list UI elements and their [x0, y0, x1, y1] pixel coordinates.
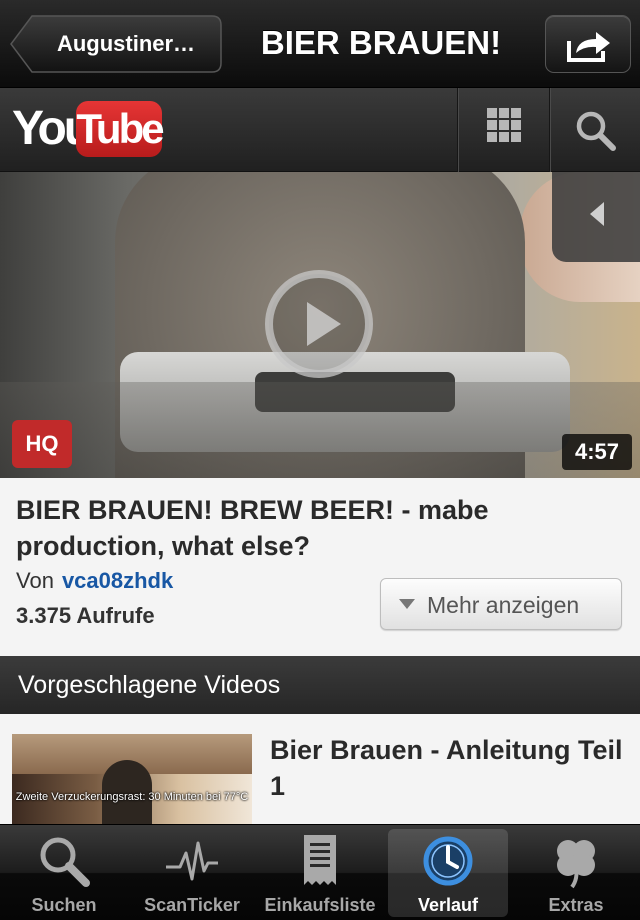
youtube-logo-tube-box: Tube	[76, 101, 165, 157]
share-button[interactable]	[545, 15, 631, 73]
page-title: BIER BRAUEN!	[260, 24, 502, 61]
video-duration: 4:57	[562, 434, 632, 470]
youtube-header: You Tube	[0, 88, 640, 172]
tab-label: Extras	[548, 895, 604, 915]
tab-einkaufsliste[interactable]: Einkaufsliste	[256, 825, 384, 920]
show-more-label: Mehr anzeigen	[427, 592, 580, 618]
video-thumbnail[interactable]: Zweite Verzuckerungsrast: 30 Minuten bei…	[12, 734, 252, 824]
tab-label: Verlauf	[417, 895, 479, 915]
grid-menu-button[interactable]	[459, 88, 549, 172]
tab-label: Suchen	[31, 895, 97, 915]
share-icon	[567, 32, 610, 62]
uploader-prefix: Von	[16, 568, 54, 593]
suggested-videos-header: Vorgeschlagene Videos	[0, 656, 640, 714]
thumbnail-caption: Zweite Verzuckerungsrast: 30 Minuten bei…	[15, 791, 249, 803]
show-more-button[interactable]: Mehr anzeigen	[380, 578, 622, 630]
search-icon	[576, 111, 616, 151]
clover-icon	[557, 840, 595, 889]
channel-link[interactable]: vca08zhdk	[62, 568, 173, 593]
receipt-icon	[304, 835, 336, 885]
youtube-search-button[interactable]	[551, 88, 640, 172]
back-button-label: Augustiner…	[56, 31, 196, 56]
tab-scanticker[interactable]: ScanTicker	[128, 825, 256, 920]
tab-extras[interactable]: Extras	[512, 825, 640, 920]
video-player[interactable]: HQ 4:57	[0, 172, 640, 478]
side-panel-toggle[interactable]	[552, 172, 640, 262]
search-icon	[40, 837, 90, 887]
youtube-logo[interactable]: You Tube	[12, 97, 165, 161]
top-navbar: Augustiner… BIER BRAUEN!	[0, 0, 640, 88]
hq-toggle[interactable]: HQ	[12, 420, 72, 468]
video-frame-detail	[0, 382, 640, 478]
chevron-down-icon	[399, 599, 415, 609]
video-title: BIER BRAUEN! BREW BEER! - mabe productio…	[16, 495, 489, 561]
clock-icon	[423, 836, 473, 886]
video-info: BIER BRAUEN! BREW BEER! - mabe productio…	[0, 478, 640, 656]
tab-bar: Suchen ScanTicker Einkaufsliste Verlauf …	[0, 824, 640, 920]
back-button[interactable]: Augustiner…	[10, 15, 222, 73]
tab-label: Einkaufsliste	[264, 895, 376, 915]
view-count: 3.375 Aufrufe	[16, 603, 155, 628]
suggested-video-title[interactable]: Bier Brauen - Anleitung Teil 1	[270, 732, 630, 804]
chevron-left-icon	[590, 202, 604, 226]
tab-label: ScanTicker	[144, 895, 240, 915]
youtube-logo-tube: Tube	[76, 105, 164, 152]
play-icon	[265, 270, 373, 378]
uploader-row: Von vca08zhdk	[16, 568, 173, 594]
suggested-video-item[interactable]: Zweite Verzuckerungsrast: 30 Minuten bei…	[0, 714, 640, 824]
tab-suchen[interactable]: Suchen	[0, 825, 128, 920]
app-screen: Augustiner… BIER BRAUEN! You Tube HQ 4:5…	[0, 0, 640, 920]
play-button[interactable]	[263, 268, 375, 380]
tab-verlauf[interactable]: Verlauf	[384, 825, 512, 920]
pulse-icon	[166, 841, 218, 881]
